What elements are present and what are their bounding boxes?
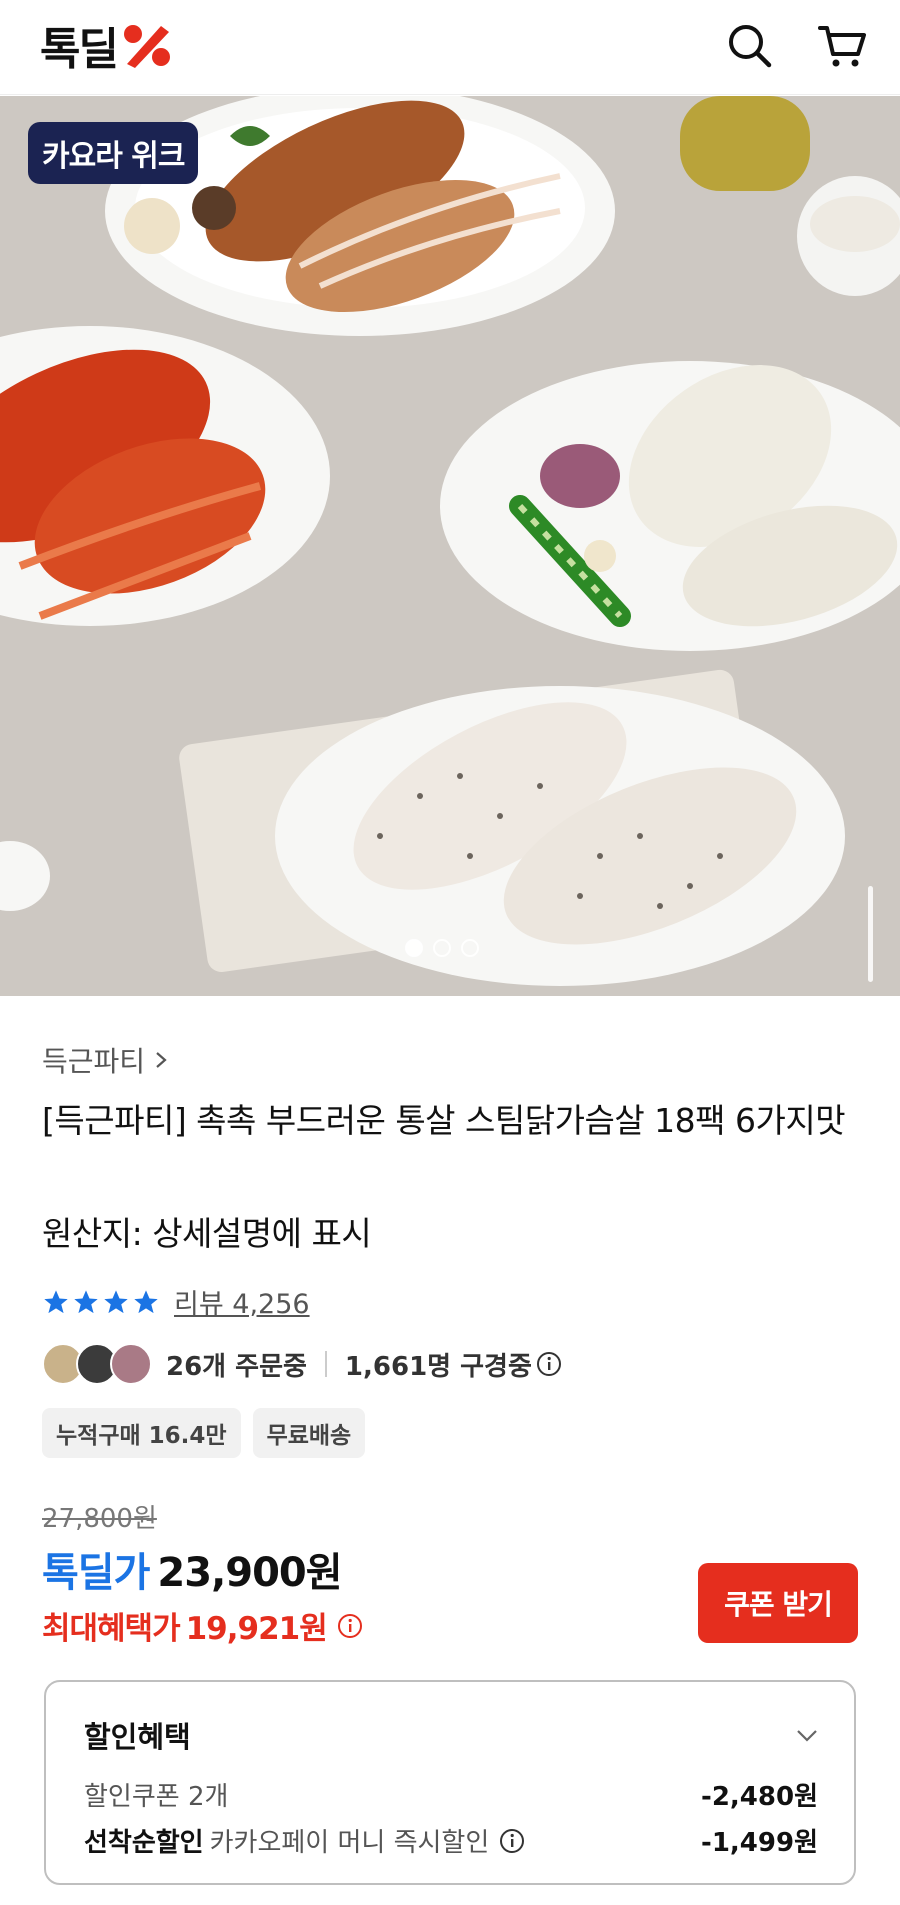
discount-label-text: 할인쿠폰 2개 — [84, 1782, 229, 1812]
brand-name: 득근파티 — [42, 1045, 146, 1078]
rating-row: 리뷰 4,256 — [42, 1282, 310, 1321]
discount-amount: -2,480원 — [701, 1782, 818, 1812]
original-price: 27,800원 — [42, 1504, 157, 1534]
discount-amount: -1,499원 — [701, 1828, 818, 1858]
chevron-down-icon[interactable] — [794, 1722, 820, 1748]
cart-icon[interactable] — [814, 18, 870, 74]
info-icon[interactable] — [499, 1828, 525, 1854]
discount-row-firstcome: 선착순할인 카카오페이 머니 즉시할인 -1,499원 — [84, 1822, 818, 1859]
star-icon — [134, 1289, 158, 1313]
carousel-dot[interactable] — [461, 939, 479, 957]
deal-label: 톡딜가 — [42, 1550, 150, 1596]
discount-title: 할인혜택 — [84, 1720, 191, 1754]
percent-icon — [123, 25, 170, 68]
star-icon — [44, 1289, 68, 1313]
carousel-indicator — [405, 939, 479, 957]
ordering-status: 26개 주문중 1,661명 구경중 — [42, 1342, 562, 1386]
search-icon[interactable] — [722, 18, 778, 74]
discount-row-coupon: 할인쿠폰 2개 -2,480원 — [84, 1776, 818, 1813]
deal-price: 23,900원 — [157, 1550, 342, 1596]
chevron-right-icon — [156, 1052, 167, 1068]
max-benefit-price: 19,921원 — [185, 1611, 328, 1647]
chip-cumulative-purchase: 누적구매 16.4만 — [42, 1408, 241, 1458]
discount-benefits-panel[interactable]: 할인혜택 할인쿠폰 2개 -2,480원 선착순할인 카카오페이 머니 즉시할인… — [44, 1680, 856, 1885]
product-chips: 누적구매 16.4만 무료배송 — [42, 1408, 366, 1458]
scrollbar[interactable] — [868, 886, 873, 982]
carousel-dot[interactable] — [405, 939, 423, 957]
discount-label: 할인쿠폰 2개 — [84, 1776, 228, 1813]
product-title: [득근파티] 촉촉 부드러운 통살 스팀닭가슴살 18팩 6가지맛 — [42, 1101, 846, 1140]
product-photo — [0, 96, 900, 996]
watching-count: 1,661명 구경중 — [344, 1351, 532, 1382]
info-icon[interactable] — [536, 1351, 562, 1377]
promo-badge: 카요라 위크 — [28, 122, 199, 184]
discount-label-text: 카카오페이 머니 즉시할인 — [209, 1828, 490, 1858]
chip-free-shipping: 무료배송 — [252, 1408, 366, 1458]
logo-text: 톡딜 — [40, 24, 119, 75]
get-coupon-button[interactable]: 쿠폰 받기 — [698, 1563, 858, 1643]
avatar — [110, 1343, 152, 1385]
rating-stars — [42, 1288, 160, 1316]
talkdeal-logo[interactable]: 톡딜 — [40, 20, 173, 75]
carousel-dot[interactable] — [433, 939, 451, 957]
star-icon — [74, 1289, 98, 1313]
app-header: 톡딜 — [0, 0, 900, 95]
deal-price-row: 톡딜가 23,900원 — [42, 1540, 343, 1598]
review-link[interactable]: 리뷰 4,256 — [174, 1282, 310, 1321]
max-benefit-label: 최대혜택가 — [42, 1611, 181, 1647]
info-icon[interactable] — [337, 1613, 363, 1639]
max-benefit-row: 최대혜택가 19,921원 — [42, 1603, 363, 1648]
product-origin: 원산지: 상세설명에 표시 — [42, 1214, 372, 1253]
discount-bold-label: 선착순할인 — [84, 1828, 204, 1858]
divider — [324, 1351, 327, 1377]
brand-link[interactable]: 득근파티 — [42, 1040, 171, 1080]
ordering-count: 26개 주문중 — [166, 1351, 307, 1382]
product-image-carousel[interactable]: 카요라 위크 — [0, 96, 900, 996]
buyer-avatars — [42, 1343, 152, 1385]
discount-label: 선착순할인 카카오페이 머니 즉시할인 — [84, 1822, 525, 1859]
star-icon — [104, 1289, 128, 1313]
